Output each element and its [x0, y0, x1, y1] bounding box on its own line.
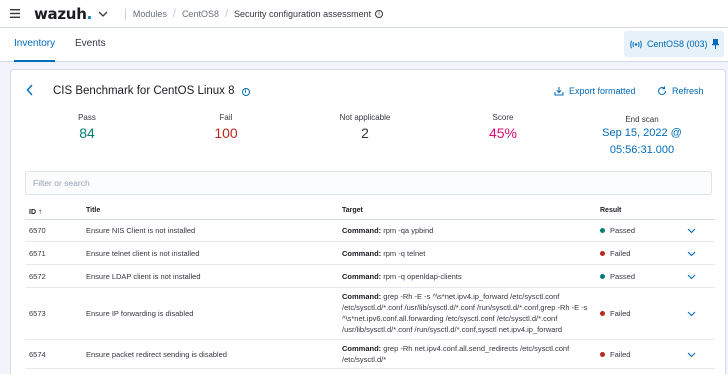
sca-panel: CIS Benchmark for CentOS Linux 8i Export… [10, 69, 726, 374]
stat-score: Score 45% [473, 113, 533, 141]
row-title: Ensure IP forwarding is disabled [86, 309, 194, 318]
stat-fail-label: Fail [219, 113, 233, 122]
end-scan-date: Sep 15, 2022 @ [602, 127, 682, 139]
export-formatted-button[interactable]: Export formatted [554, 86, 636, 96]
status-dot-icon [600, 311, 605, 316]
command-label: Command: [342, 271, 382, 281]
tab-events[interactable]: Events [75, 28, 106, 62]
end-scan-time: 05:56:31.000 [609, 144, 675, 156]
table-row[interactable]: 6572 Ensure LDAP client is not installed C… [25, 265, 715, 288]
breadcrumb-current: Security configuration assessment [234, 8, 372, 19]
row-result-label: Passed [610, 226, 636, 235]
row-target: Command: grep -Rh net.ipv4.conf.all.send… [342, 343, 600, 365]
row-result-label: Failed [610, 349, 631, 359]
stat-fail: Fail 100 [196, 113, 256, 141]
breadcrumb-modules[interactable]: Modules [133, 9, 167, 19]
table-row[interactable]: 6571 Ensure telnet client is not installe… [25, 242, 715, 265]
row-id: 6574 [29, 349, 46, 359]
back-arrow-icon[interactable] [26, 84, 34, 96]
chevron-down-icon[interactable] [687, 311, 696, 317]
checks-table: ID ↑ Title Target Result 6570 Ensure NIS … [25, 202, 715, 369]
status-dot-icon [600, 250, 605, 256]
refresh-icon [658, 86, 667, 96]
row-id: 6572 [29, 271, 46, 281]
tabs-bar: Inventory Events [0, 28, 728, 62]
row-title: Ensure packet redirect sending is disabl… [86, 349, 227, 359]
top-bar: wazuh. | Modules / CentOS8 / Security co… [0, 0, 728, 28]
stat-score-value: 45% [488, 125, 518, 141]
command-label: Command: [342, 344, 382, 353]
row-target: Command: rpm -q openldap-clients [342, 271, 600, 282]
chevron-down-icon[interactable] [98, 11, 108, 17]
breadcrumb-agent[interactable]: CentOS8 [182, 9, 219, 19]
stat-pass-value: 84 [79, 125, 95, 141]
agent-selector-button[interactable]: CentOS8 (003) [624, 31, 724, 57]
info-icon[interactable]: i [241, 88, 250, 96]
row-result-label: Failed [610, 309, 631, 318]
row-command: rpm -qa ypbind [383, 226, 434, 235]
row-result-label: Failed [610, 248, 631, 258]
column-result[interactable]: Result [600, 207, 621, 214]
table-row[interactable]: 6570 Ensure NIS Client is not installed Co… [25, 220, 715, 242]
end-scan-label: End scan [625, 115, 659, 124]
refresh-button[interactable]: Refresh [657, 86, 704, 96]
stat-fail-value: 100 [214, 125, 238, 141]
pin-icon[interactable] [712, 39, 719, 49]
tab-inventory[interactable]: Inventory [14, 28, 56, 62]
command-label: Command: [342, 292, 382, 301]
table-header: ID ↑ Title Target Result [25, 202, 715, 220]
policy-title: CIS Benchmark for CentOS Linux 8i [53, 85, 250, 97]
row-title: Ensure NIS Client is not installed [86, 226, 196, 235]
search-input[interactable]: Filter or search [25, 171, 712, 195]
row-target: Command: rpm -qa ypbind [342, 225, 600, 236]
export-icon [554, 87, 564, 96]
row-id: 6573 [29, 309, 46, 318]
menu-icon[interactable] [0, 9, 30, 18]
breadcrumb: | Modules / CentOS8 / Security configura… [118, 8, 384, 20]
table-body: 6570 Ensure NIS Client is not installed Co… [25, 220, 715, 369]
agent-label: CentOS8 (003) [647, 39, 708, 49]
broadcast-icon [630, 40, 642, 48]
row-result: Failed [600, 350, 630, 359]
row-result: Failed [600, 249, 630, 258]
table-row[interactable]: 6573 Ensure IP forwarding is disabled Comm… [25, 288, 715, 340]
wazuh-logo[interactable]: wazuh. [34, 5, 92, 23]
status-dot-icon [600, 351, 605, 357]
row-command: rpm -q telnet [383, 248, 426, 258]
row-target: Command: grep -Rh -E -s ^\s*net.ipv4.ip_… [342, 291, 600, 335]
row-command: rpm -q openldap-clients [383, 271, 462, 281]
row-target: Command: rpm -q telnet [342, 248, 600, 259]
row-id: 6571 [29, 248, 46, 258]
chevron-down-icon[interactable] [687, 251, 696, 257]
command-label: Command: [342, 226, 382, 235]
column-id[interactable]: ID ↑ [29, 207, 42, 216]
row-title: Ensure LDAP client is not installed [86, 271, 201, 281]
status-dot-icon [600, 228, 605, 233]
stat-pass-label: Pass [78, 113, 96, 122]
row-title: Ensure telnet client is not installed [86, 248, 200, 258]
chevron-down-icon[interactable] [687, 274, 696, 280]
stat-pass: Pass 84 [57, 113, 117, 141]
info-icon[interactable]: i [375, 9, 384, 18]
status-dot-icon [600, 273, 605, 279]
stat-not-applicable: Not applicable 2 [325, 113, 405, 141]
stat-end-scan: End scan Sep 15, 2022 @ 05:56:31.000 [596, 115, 688, 158]
column-title[interactable]: Title [86, 207, 100, 214]
stat-score-label: Score [492, 113, 514, 122]
row-result: Passed [600, 226, 635, 235]
row-result-label: Passed [610, 271, 636, 281]
chevron-down-icon[interactable] [687, 352, 696, 358]
command-label: Command: [342, 248, 382, 258]
column-target[interactable]: Target [342, 207, 363, 214]
sort-arrow-up-icon: ↑ [37, 207, 42, 216]
stat-na-label: Not applicable [339, 113, 391, 122]
row-id: 6570 [29, 226, 46, 235]
stat-na-value: 2 [361, 125, 369, 141]
chevron-down-icon[interactable] [687, 228, 696, 234]
table-row[interactable]: 6574 Ensure packet redirect sending is di… [25, 340, 715, 369]
row-result: Failed [600, 309, 630, 318]
row-result: Passed [600, 272, 635, 281]
